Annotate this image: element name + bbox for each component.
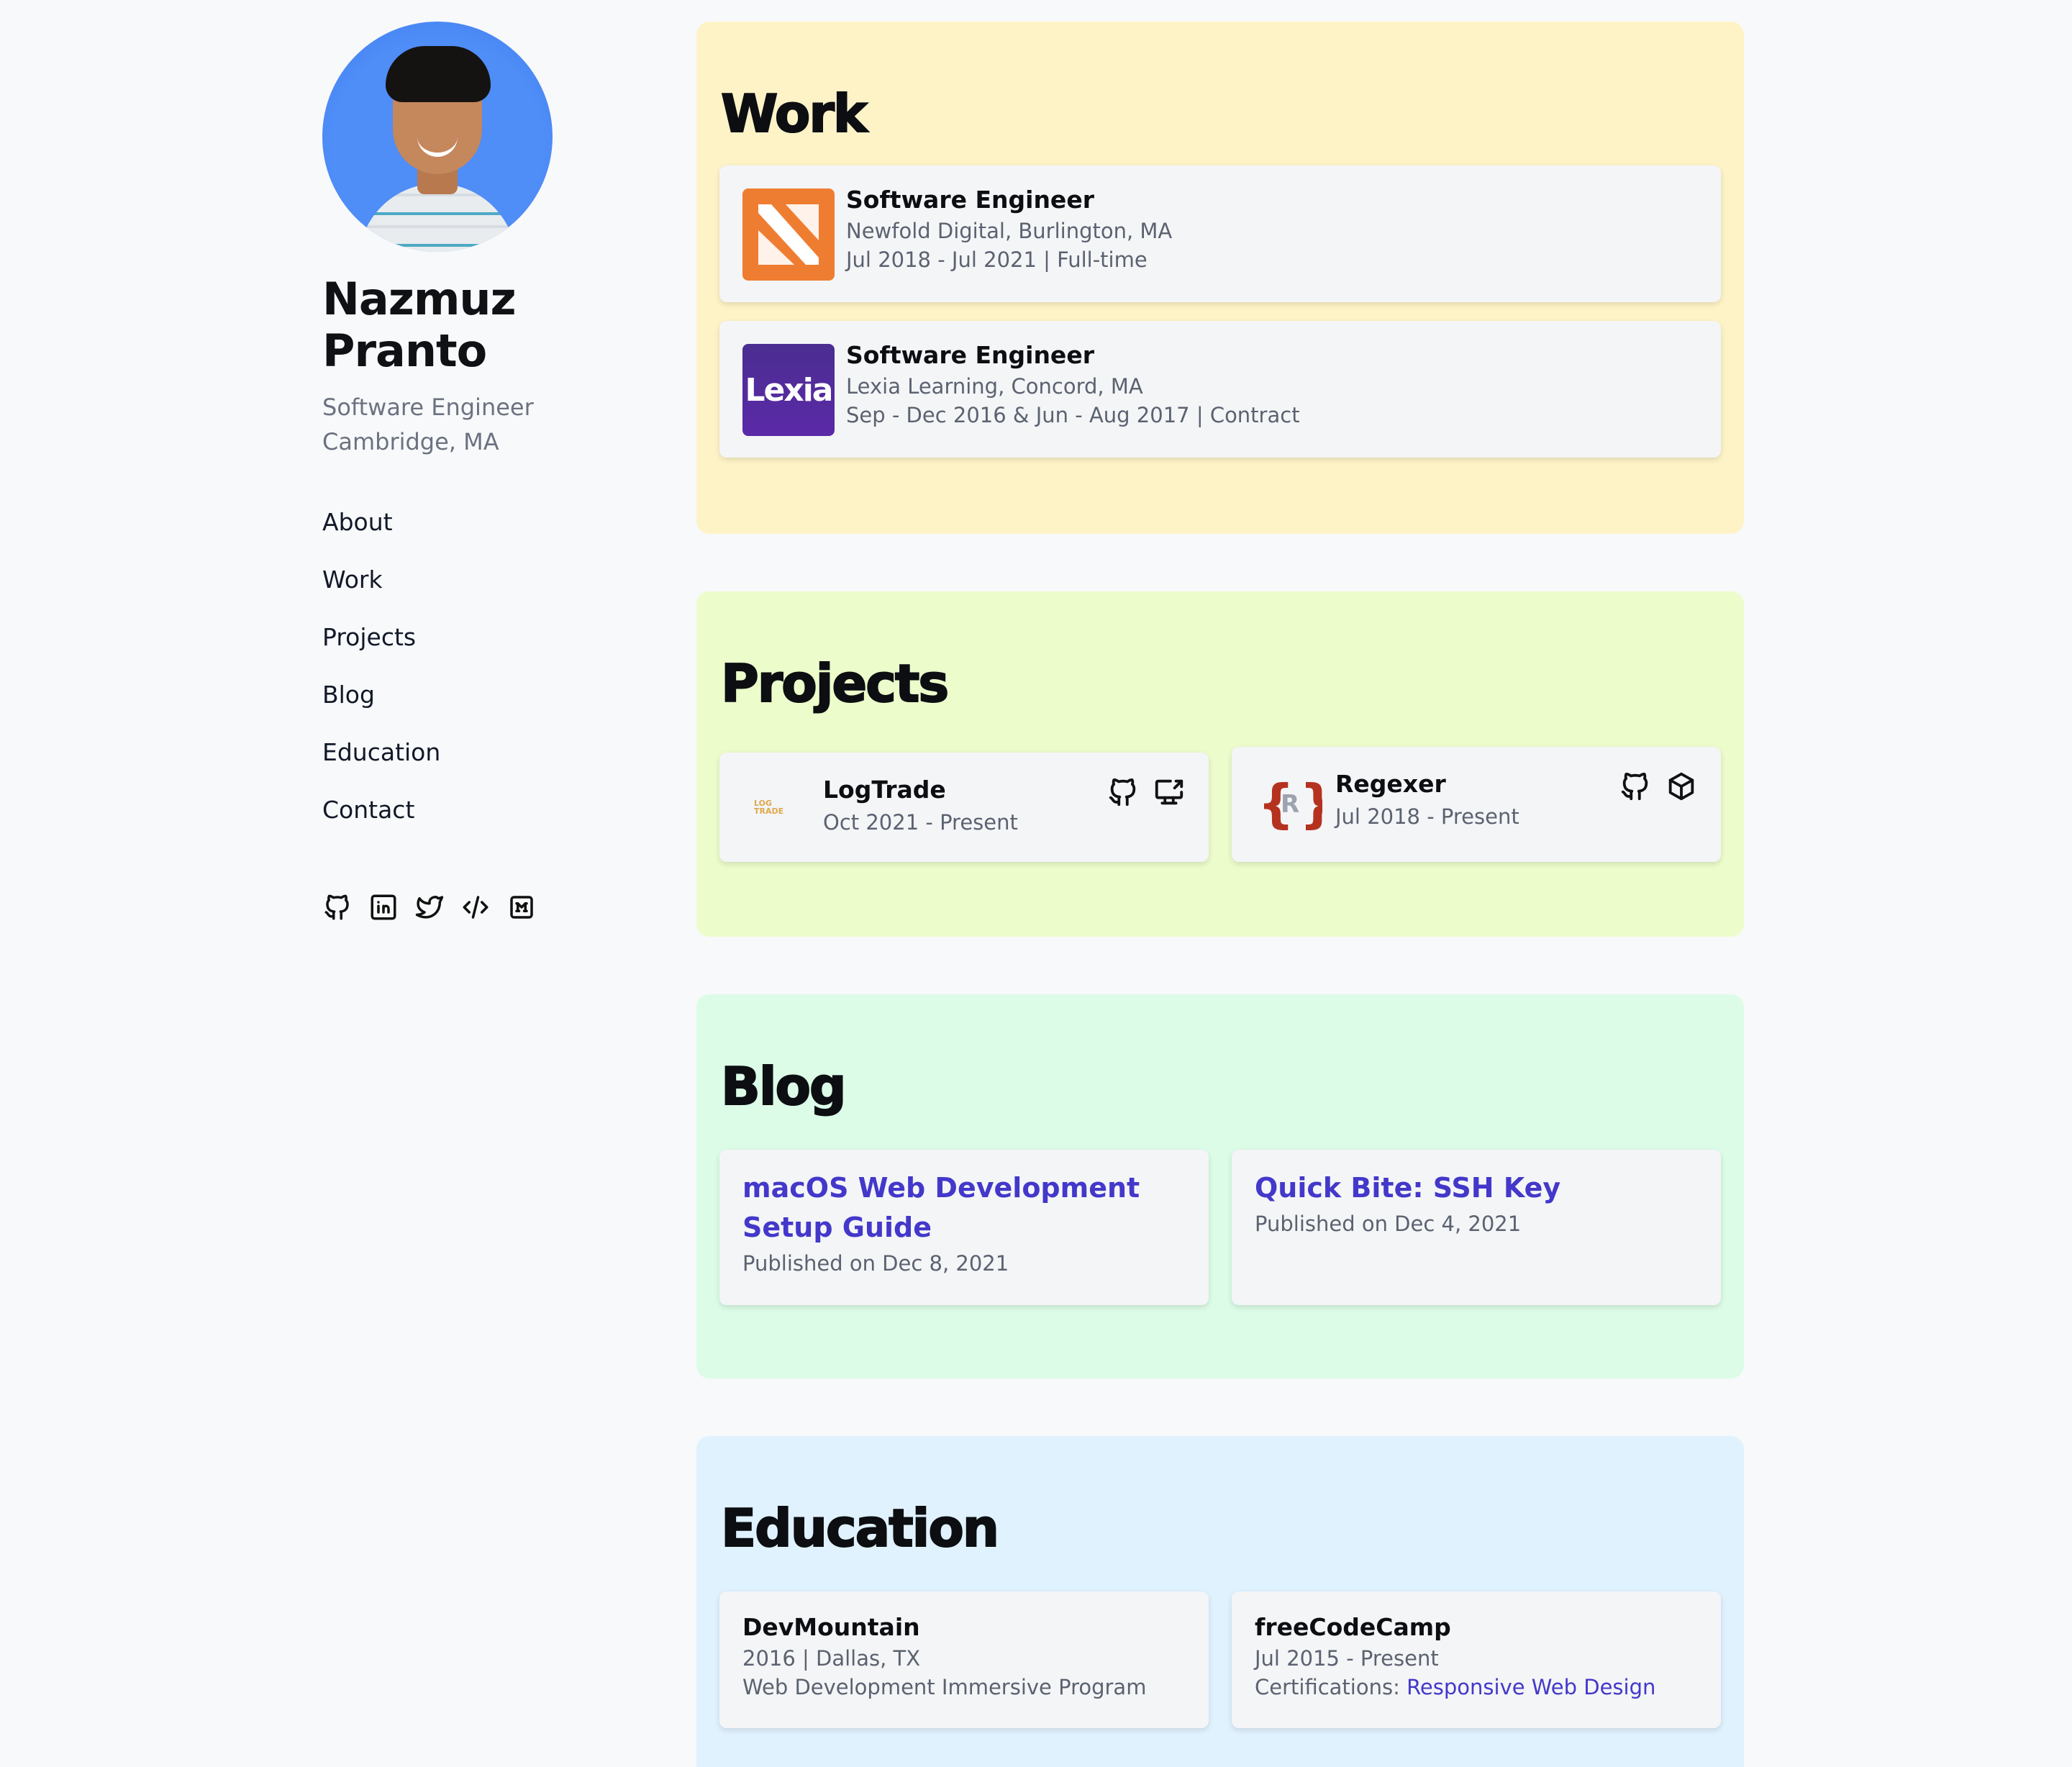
profile-subtitle: Software Engineer Cambridge, MA <box>322 390 624 459</box>
nav-blog[interactable]: Blog <box>322 681 624 738</box>
work-title: Software Engineer <box>846 341 1094 369</box>
blog-title[interactable]: Quick Bite: SSH Key <box>1255 1168 1701 1208</box>
education-card: DevMountain 2016 | Dallas, TX Web Develo… <box>719 1591 1209 1728</box>
education-title: freeCodeCamp <box>1255 1613 1451 1641</box>
projects-section: Projects LOG TRADE LogTrade Oct 2021 - P… <box>696 591 1744 937</box>
work-dates: Jul 2018 - Jul 2021 | Full-time <box>846 247 1148 272</box>
nav-about[interactable]: About <box>322 508 624 565</box>
work-section: Work Software Engineer Newfold Digital, … <box>696 22 1744 534</box>
work-item: Lexia Software Engineer Lexia Learning, … <box>719 321 1721 458</box>
project-card[interactable]: LOG TRADE LogTrade Oct 2021 - Present <box>719 753 1209 862</box>
social-links <box>322 892 624 922</box>
education-heading: Education <box>720 1497 1000 1559</box>
newfold-logo <box>742 188 835 281</box>
blog-published: Published on Dec 4, 2021 <box>1255 1212 1522 1236</box>
blog-title[interactable]: macOS Web Development Setup Guide <box>742 1168 1189 1248</box>
education-title: DevMountain <box>742 1613 920 1641</box>
profile-name: Nazmuz Pranto <box>322 273 517 377</box>
project-title: Regexer <box>1335 770 1446 798</box>
education-line1: Jul 2015 - Present <box>1255 1646 1439 1671</box>
github-icon[interactable] <box>1107 776 1140 809</box>
nav-education[interactable]: Education <box>322 738 624 796</box>
nav-contact[interactable]: Contact <box>322 796 624 853</box>
linkedin-icon[interactable] <box>368 892 399 922</box>
package-icon[interactable] <box>1665 770 1698 803</box>
github-icon[interactable] <box>322 892 353 922</box>
blog-card[interactable]: macOS Web Development Setup Guide Publis… <box>719 1150 1209 1305</box>
lexia-logo: Lexia <box>742 344 835 436</box>
project-dates: Oct 2021 - Present <box>823 810 1018 835</box>
blog-published: Published on Dec 8, 2021 <box>742 1251 1009 1276</box>
project-dates: Jul 2018 - Present <box>1335 804 1519 829</box>
education-card: freeCodeCamp Jul 2015 - Present Certific… <box>1232 1591 1721 1728</box>
project-title: LogTrade <box>823 776 946 804</box>
profile-role: Software Engineer <box>322 394 534 421</box>
github-icon[interactable] <box>1619 770 1652 803</box>
external-screen-icon[interactable] <box>1153 776 1186 809</box>
logtrade-logo: LOG TRADE <box>754 799 784 816</box>
work-item: Software Engineer Newfold Digital, Burli… <box>719 165 1721 302</box>
work-title: Software Engineer <box>846 186 1094 214</box>
avatar <box>322 22 553 252</box>
work-dates: Sep - Dec 2016 & Jun - Aug 2017 | Contra… <box>846 403 1300 427</box>
project-card[interactable]: { } R Regexer Jul 2018 - Present <box>1232 747 1721 862</box>
education-line2: Certifications: Responsive Web Design <box>1255 1675 1656 1699</box>
nav-projects[interactable]: Projects <box>322 623 624 681</box>
work-company: Lexia Learning, Concord, MA <box>846 374 1143 399</box>
blog-card[interactable]: Quick Bite: SSH Key Published on Dec 4, … <box>1232 1150 1721 1305</box>
projects-heading: Projects <box>720 653 950 714</box>
sidebar: Nazmuz Pranto Software Engineer Cambridg… <box>322 22 624 922</box>
education-line1: 2016 | Dallas, TX <box>742 1646 921 1671</box>
svg-text:}: } <box>1299 776 1322 833</box>
blog-section: Blog macOS Web Development Setup Guide P… <box>696 994 1744 1378</box>
education-line2: Web Development Immersive Program <box>742 1675 1147 1699</box>
blog-heading: Blog <box>720 1055 848 1117</box>
regexer-logo: { } R <box>1258 776 1322 833</box>
main-nav: About Work Projects Blog Education Conta… <box>322 508 624 853</box>
certification-link[interactable]: Responsive Web Design <box>1407 1675 1655 1699</box>
code-icon[interactable] <box>460 892 491 922</box>
nav-work[interactable]: Work <box>322 565 624 623</box>
profile-location: Cambridge, MA <box>322 428 499 455</box>
medium-icon[interactable] <box>506 892 537 922</box>
twitter-icon[interactable] <box>414 892 445 922</box>
work-company: Newfold Digital, Burlington, MA <box>846 219 1173 243</box>
education-section: Education DevMountain 2016 | Dallas, TX … <box>696 1436 1744 1767</box>
work-heading: Work <box>720 83 868 145</box>
